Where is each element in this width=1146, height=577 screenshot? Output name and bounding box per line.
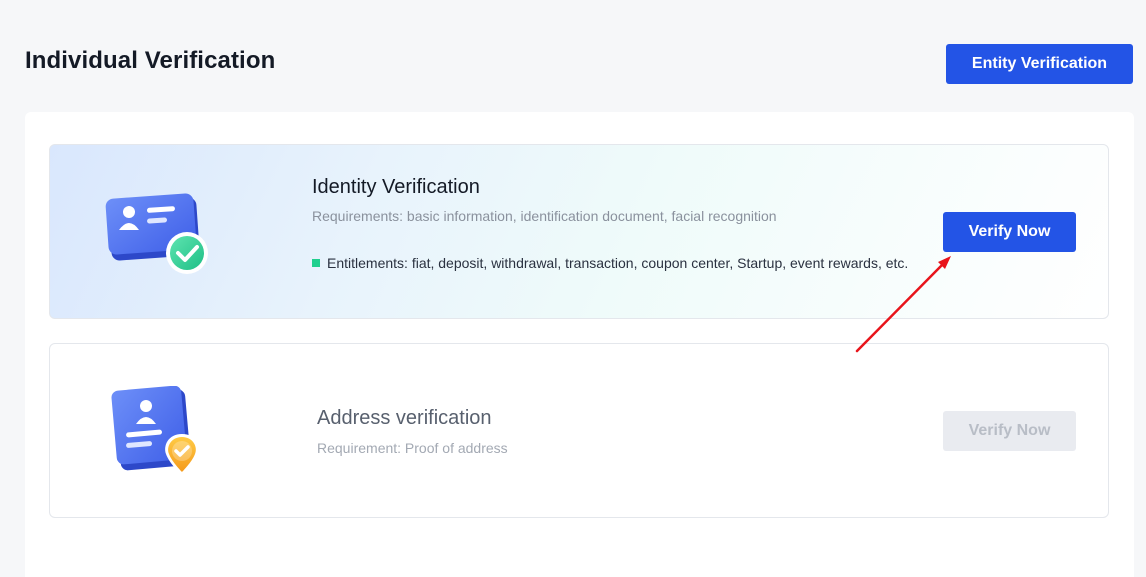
identity-card-requirement: Requirements: basic information, identif… xyxy=(312,208,777,224)
address-verify-now-button: Verify Now xyxy=(943,411,1076,451)
entitlements-text: Entitlements: fiat, deposit, withdrawal,… xyxy=(327,255,909,271)
address-document-pin-icon xyxy=(108,385,213,491)
annotation-arrow-icon xyxy=(850,250,960,365)
verification-panel: Identity Verification Requirements: basi… xyxy=(25,112,1134,577)
id-card-check-icon xyxy=(105,190,215,285)
page-title: Individual Verification xyxy=(25,47,276,74)
address-card-title: Address verification xyxy=(317,407,492,429)
entity-verification-button[interactable]: Entity Verification xyxy=(946,44,1133,84)
entitlement-bullet-icon xyxy=(312,259,320,267)
address-card-requirement: Requirement: Proof of address xyxy=(317,440,508,456)
identity-card-title: Identity Verification xyxy=(312,176,480,198)
identity-verify-now-button[interactable]: Verify Now xyxy=(943,212,1076,252)
address-verification-card: Address verification Requirement: Proof … xyxy=(49,343,1109,518)
